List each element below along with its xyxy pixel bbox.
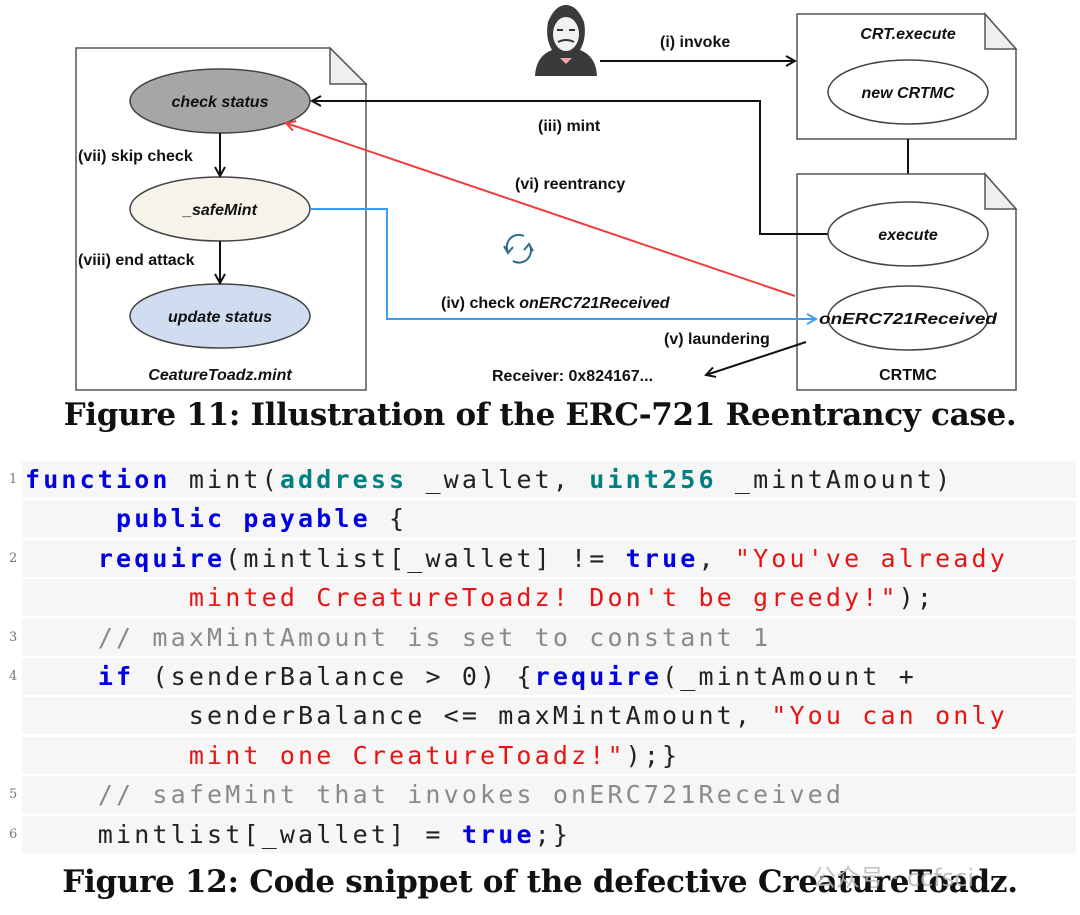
edge-label-end-attack: (viii) end attack: [78, 252, 195, 269]
code-token: require: [97, 543, 226, 573]
code-token: _wallet,: [407, 465, 590, 494]
code-token: ,: [698, 543, 735, 573]
code-token: minted CreatureToadz! Don't be greedy!": [188, 583, 899, 613]
code-token: _mintAmount): [716, 465, 954, 494]
contract-doc-crt-execute: CRT.execute new CRTMC: [796, 12, 1018, 140]
code-token: (_mintAmount +: [662, 661, 917, 691]
edge-label-laundering: (v) laundering: [664, 331, 770, 348]
edge-label-skip-check: (vii) skip check: [78, 148, 193, 165]
svg-text:CRTMC: CRTMC: [879, 367, 937, 384]
edge-label-invoke: (i) invoke: [660, 34, 730, 51]
node-new-crtmc: new CRTMC: [861, 85, 954, 102]
svg-text:CRT.execute: CRT.execute: [860, 26, 956, 43]
code-listing: 1 function mint(address _wallet, uint256 …: [0, 461, 1080, 855]
code-token: function: [25, 465, 171, 494]
svg-text:execute: execute: [878, 227, 938, 244]
code-text: mintlist[_wallet] = true;}: [25, 819, 571, 850]
code-text: senderBalance <= maxMintAmount, "You can…: [25, 700, 1008, 731]
code-line: 3 // maxMintAmount is set to constant 1: [0, 618, 1080, 656]
code-text: public payable {: [25, 503, 407, 534]
code-token: true: [625, 543, 699, 573]
code-token: senderBalance <= maxMintAmount,: [25, 701, 772, 731]
svg-text:update status: update status: [168, 309, 272, 326]
doc-title: CeatureToadz.mint: [148, 367, 292, 384]
line-number: 4: [9, 668, 18, 684]
code-token: uint256: [589, 465, 717, 494]
code-line: 4 if (senderBalance > 0) {require(_mintA…: [0, 657, 1080, 695]
code-token: address: [279, 465, 408, 494]
code-line: senderBalance <= maxMintAmount, "You can…: [0, 697, 1080, 735]
code-text: require(mintlist[_wallet] != true, "You'…: [25, 543, 1008, 574]
code-line: minted CreatureToadz! Don't be greedy!")…: [0, 579, 1080, 617]
line-number: 3: [9, 629, 18, 645]
node-execute: execute: [827, 201, 989, 267]
code-token: // maxMintAmount is set to constant 1: [97, 622, 772, 652]
code-token: ;}: [534, 819, 572, 849]
code-line: 5 // safeMint that invokes onERC721Recei…: [0, 776, 1080, 814]
code-line: 1 function mint(address _wallet, uint256 …: [0, 461, 1080, 498]
code-token: (senderBalance > 0) {: [134, 661, 535, 691]
code-token: );}: [625, 740, 681, 770]
code-token: // safeMint that invokes onERC721Receive…: [97, 780, 845, 810]
node-update-status: update status: [129, 283, 311, 349]
receiver-address: Receiver: 0x824167...: [492, 368, 653, 385]
erc721-reentrancy-diagram: CeatureToadz.mint check status _safeMint…: [75, 5, 1018, 391]
edge-label-check: (iv) check onERC721Received: [441, 295, 671, 312]
code-line: public payable {: [0, 500, 1080, 538]
node-safemint: _safeMint: [129, 176, 311, 242]
node-check-status: check status: [129, 68, 311, 134]
code-token: require: [534, 661, 663, 691]
code-token: mintlist[_wallet] =: [25, 819, 462, 849]
watermark: 公众号 · ccfsci: [812, 864, 975, 892]
line-number: 5: [9, 787, 18, 803]
code-token: (mintlist[_wallet] !=: [225, 543, 626, 573]
code-text: // maxMintAmount is set to constant 1: [25, 622, 771, 653]
code-token: );: [898, 583, 936, 613]
code-line: mint one CreatureToadz!");}: [0, 736, 1080, 774]
code-text: mint one CreatureToadz!");}: [25, 740, 680, 771]
refresh-icon: [503, 233, 534, 264]
line-number: 6: [9, 826, 18, 842]
code-token: "You've already: [734, 543, 1008, 573]
code-token: mint one CreatureToadz!": [188, 740, 626, 770]
svg-text:onERC721Received: onERC721Received: [819, 311, 998, 328]
code-text: minted CreatureToadz! Don't be greedy!")…: [25, 582, 935, 613]
hacker-mask-icon: [535, 5, 597, 76]
edge-label-reentrancy: (vi) reentrancy: [515, 176, 625, 193]
figure-11-caption: Figure 11: Illustration of the ERC-721 R…: [63, 397, 1017, 433]
code-text: if (senderBalance > 0) {require(_mintAmo…: [25, 661, 917, 692]
code-token: "You can only: [771, 701, 1008, 731]
code-token: mint(: [170, 465, 280, 494]
code-text: // safeMint that invokes onERC721Receive…: [25, 779, 844, 810]
code-line: 6 mintlist[_wallet] = true;}: [0, 815, 1080, 853]
code-line: 2 require(mintlist[_wallet] != true, "Yo…: [0, 539, 1080, 577]
code-token: true: [461, 819, 535, 849]
code-text: function mint(address _wallet, uint256 _…: [25, 464, 953, 495]
line-number: 2: [9, 550, 18, 566]
edge-label-mint: (iii) mint: [538, 118, 601, 135]
svg-text:_safeMint: _safeMint: [182, 202, 257, 219]
line-number: 1: [9, 472, 18, 487]
code-token: if: [97, 661, 135, 691]
code-token: {: [370, 504, 408, 534]
code-token: public payable: [116, 504, 371, 534]
svg-text:check status: check status: [172, 94, 269, 111]
